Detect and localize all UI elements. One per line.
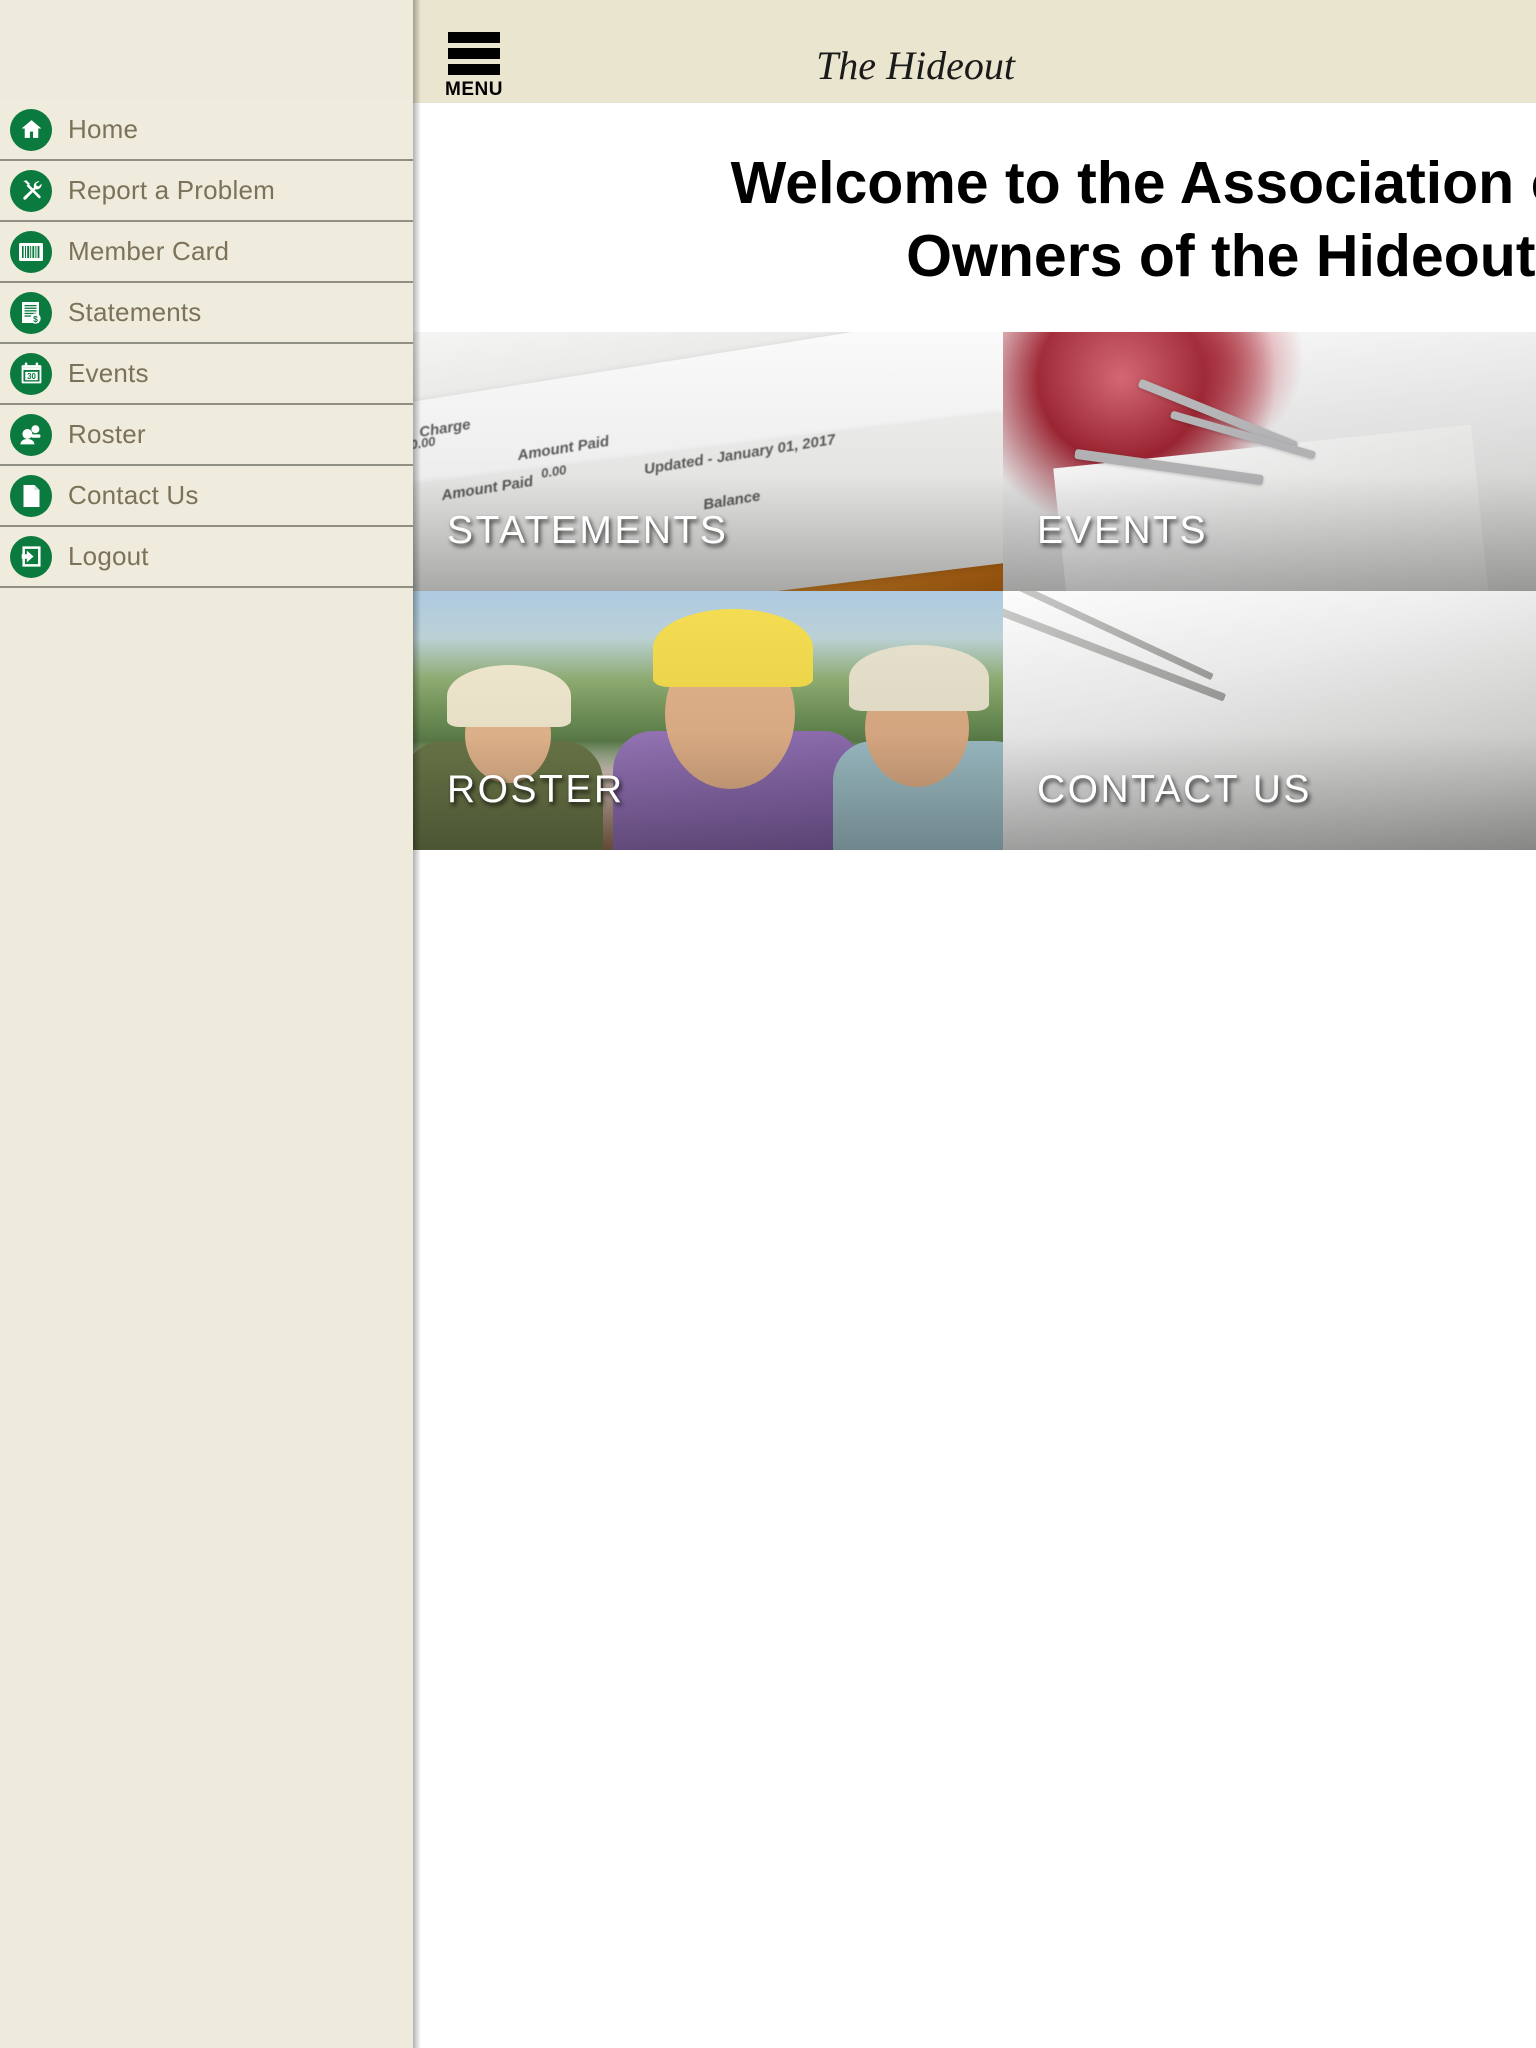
sidebar-label: Home <box>68 114 139 144</box>
page-body-empty <box>413 850 1536 2041</box>
sidebar-item-contact-us[interactable]: Contact Us <box>0 466 413 527</box>
calendar-30-icon: 30 <box>10 352 52 395</box>
tile-contact-us[interactable]: CONTACT US <box>1003 591 1536 851</box>
sidebar-item-statements[interactable]: $ Statements <box>0 283 413 344</box>
sidebar-item-roster[interactable]: Roster <box>0 405 413 466</box>
document-dollar-icon: $ <box>10 291 52 334</box>
sidebar-nav: Home Report a Problem Member Card $ Stat… <box>0 0 413 2048</box>
sidebar-item-home[interactable]: Home <box>0 100 413 161</box>
sidebar-item-member-card[interactable]: Member Card <box>0 222 413 283</box>
app-header: MENU The Hideout <box>413 0 1536 103</box>
sidebar-label: Report a Problem <box>68 175 275 205</box>
sidebar-bottom-fill <box>0 588 413 2038</box>
sidebar-label: Logout <box>68 541 149 571</box>
sidebar-item-events[interactable]: 30 Events <box>0 344 413 405</box>
sidebar-label: Member Card <box>68 236 230 266</box>
sidebar-label: Statements <box>68 297 202 327</box>
tile-label-roster: ROSTER <box>447 768 625 812</box>
tile-label-contact-us: CONTACT US <box>1037 768 1312 812</box>
tile-roster[interactable]: ROSTER <box>413 591 1003 851</box>
tile-label-events: EVENTS <box>1037 509 1209 553</box>
welcome-section: Welcome to the Association of Property O… <box>413 103 1536 333</box>
brand-title: The Hideout <box>816 43 1015 88</box>
sidebar-label: Events <box>68 358 149 388</box>
barcode-icon <box>10 230 52 273</box>
sidebar-item-logout[interactable]: Logout <box>0 527 413 588</box>
welcome-line-1: Welcome to the Association of Property <box>730 150 1536 216</box>
tile-events[interactable]: EVENTS <box>1003 332 1536 592</box>
home-icon <box>10 108 52 151</box>
svg-text:$: $ <box>33 314 38 324</box>
sidebar-top-spacer <box>0 0 413 100</box>
sidebar-item-report-a-problem[interactable]: Report a Problem <box>0 161 413 222</box>
exit-icon <box>10 535 52 578</box>
page-icon <box>10 474 52 517</box>
sidebar-label: Contact Us <box>68 480 199 510</box>
people-icon <box>10 413 52 456</box>
sidebar-label: Roster <box>68 419 146 449</box>
tile-statements[interactable]: Charge $0.00 Amount Paid 0.00 Amount Pai… <box>413 332 1003 592</box>
welcome-line-2: Owners of the Hideout, Inc. <box>906 222 1536 289</box>
svg-text:30: 30 <box>27 372 36 381</box>
app-root: MENU The Hideout Welcome to the Associat… <box>0 0 1536 2048</box>
main-pane: MENU The Hideout Welcome to the Associat… <box>413 0 1536 2048</box>
tools-icon <box>10 169 52 212</box>
tile-grid: Charge $0.00 Amount Paid 0.00 Amount Pai… <box>413 332 1536 851</box>
tile-label-statements: STATEMENTS <box>447 509 729 553</box>
page-title: Welcome to the Association of Property O… <box>503 147 1536 292</box>
